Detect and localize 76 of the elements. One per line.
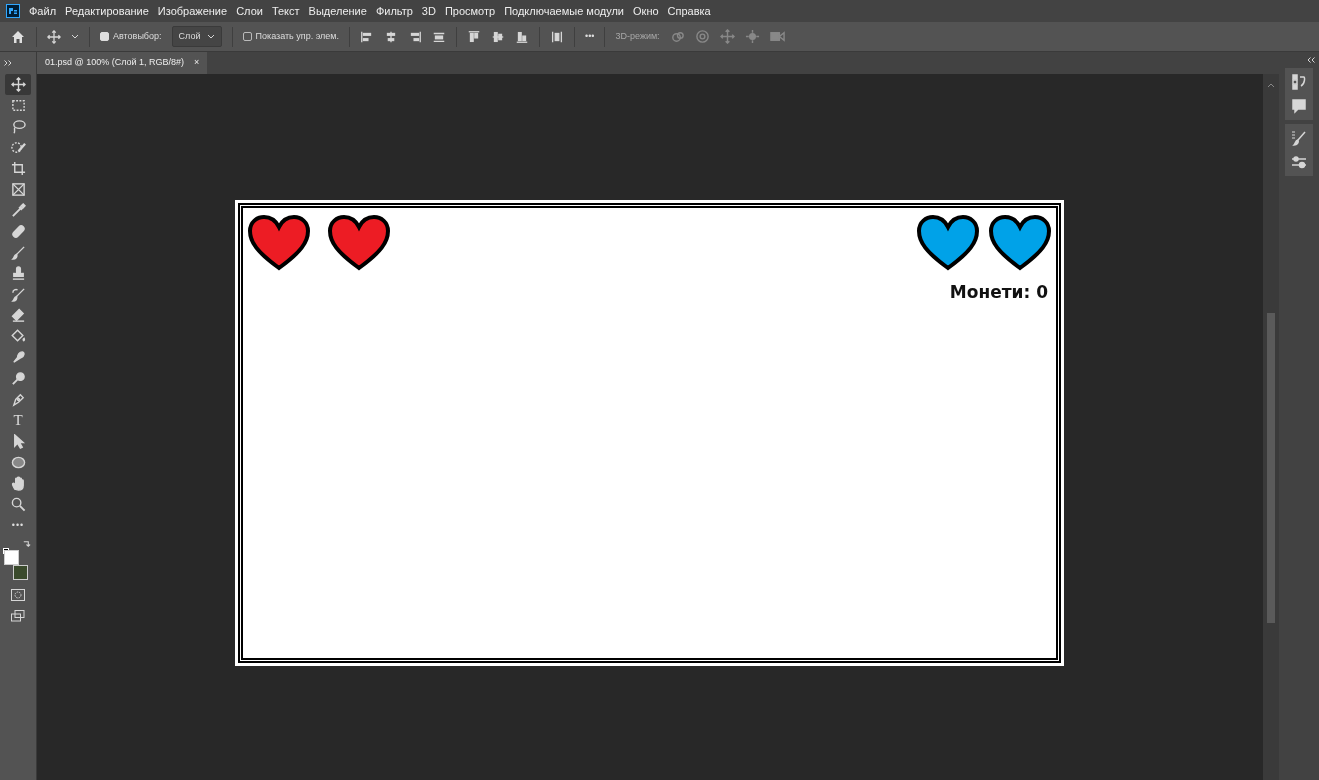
collapse-icon xyxy=(1307,57,1315,63)
finger-icon xyxy=(10,350,26,365)
bucket-icon xyxy=(10,329,26,344)
menu-item[interactable]: Слои xyxy=(236,2,263,20)
align-center-icon xyxy=(384,29,398,44)
eraser-icon xyxy=(10,308,26,323)
quick-select-icon xyxy=(10,140,26,155)
crop-icon xyxy=(10,161,26,176)
tool-button[interactable]: T xyxy=(5,410,31,431)
tab-title: 01.psd @ 100% (Слой 1, RGB/8#) xyxy=(45,56,185,70)
dashed-rectangle-icon xyxy=(10,98,26,113)
menu-item[interactable]: Подключаемые модули xyxy=(504,2,624,20)
ellipse-icon xyxy=(10,455,26,470)
quick-mask-icon xyxy=(11,588,25,601)
more-options-button[interactable]: ••• xyxy=(585,29,595,44)
scrollbar-thumb[interactable] xyxy=(1267,313,1275,623)
layer-dropdown[interactable]: Слой xyxy=(171,25,222,48)
menu-item[interactable]: Окно xyxy=(633,2,659,20)
menu-item[interactable]: Выделение xyxy=(308,2,367,20)
roll-icon xyxy=(694,29,710,44)
orbit-icon xyxy=(669,29,685,44)
menu-item[interactable]: Справка xyxy=(667,2,711,20)
move-icon xyxy=(10,77,26,92)
align-middle-icon xyxy=(491,29,505,44)
app-logo-icon xyxy=(6,4,20,18)
lollipop-icon xyxy=(10,371,26,386)
eyedropper-icon xyxy=(10,203,26,218)
background-color-swatch[interactable] xyxy=(13,565,28,580)
stamp-icon xyxy=(10,266,26,281)
align-top-icon xyxy=(467,29,481,44)
pen-icon xyxy=(10,392,26,407)
align-right-icon xyxy=(408,29,422,44)
history-brush-icon xyxy=(10,287,26,302)
menu-item[interactable]: Изображение xyxy=(157,2,228,20)
move-icon xyxy=(47,29,61,44)
mode-3d-label: 3D-режим: xyxy=(615,29,660,43)
bandage-icon xyxy=(10,224,26,239)
menu-item[interactable]: Просмотр xyxy=(444,2,496,20)
menu-item[interactable]: Текст xyxy=(271,2,300,20)
menu-item[interactable]: 3D xyxy=(421,2,436,20)
vertical-scrollbar[interactable] xyxy=(1263,74,1279,780)
tool-button[interactable] xyxy=(5,74,31,95)
align-left-icon xyxy=(360,29,374,44)
sliders-icon xyxy=(1291,154,1307,170)
brush-settings-icon xyxy=(1291,130,1307,146)
tool-button[interactable]: ••• xyxy=(5,515,31,536)
checkbox[interactable] xyxy=(100,32,109,41)
expand-icon xyxy=(4,60,12,66)
foreground-color-swatch[interactable] xyxy=(4,550,19,565)
history-icon xyxy=(1291,74,1307,90)
chevron-down-icon xyxy=(71,33,79,40)
home-icon xyxy=(10,28,26,45)
swap-icon xyxy=(22,540,31,549)
checkbox[interactable] xyxy=(242,32,252,41)
chevron-down-icon xyxy=(206,33,215,40)
menu-item[interactable]: Фильтр xyxy=(375,2,413,20)
hand-icon xyxy=(10,476,26,491)
chevron-up-icon xyxy=(1267,82,1275,88)
brush-icon xyxy=(10,245,26,260)
screen-mode-icon xyxy=(11,609,25,622)
checkbox-label: Показать упр. элем. xyxy=(255,29,339,43)
lasso-icon xyxy=(10,119,26,134)
frame-icon xyxy=(10,182,26,197)
camera-icon xyxy=(769,29,785,44)
coins-counter: Монети: 0 xyxy=(949,281,1048,304)
slide-icon xyxy=(744,29,760,44)
search-icon xyxy=(10,497,26,512)
document-tab[interactable]: 01.psd @ 100% (Слой 1, RGB/8#) × xyxy=(37,52,208,74)
distribute-vertical-icon xyxy=(550,29,564,44)
comment-icon xyxy=(1291,98,1307,114)
close-button[interactable]: × xyxy=(194,56,200,70)
pan-icon xyxy=(719,29,735,44)
checkbox-label: Автовыбор: xyxy=(113,29,162,43)
align-bottom-icon xyxy=(515,29,529,44)
menu-item[interactable]: Файл xyxy=(29,2,57,20)
menu-item[interactable]: Редактирование xyxy=(65,2,149,20)
